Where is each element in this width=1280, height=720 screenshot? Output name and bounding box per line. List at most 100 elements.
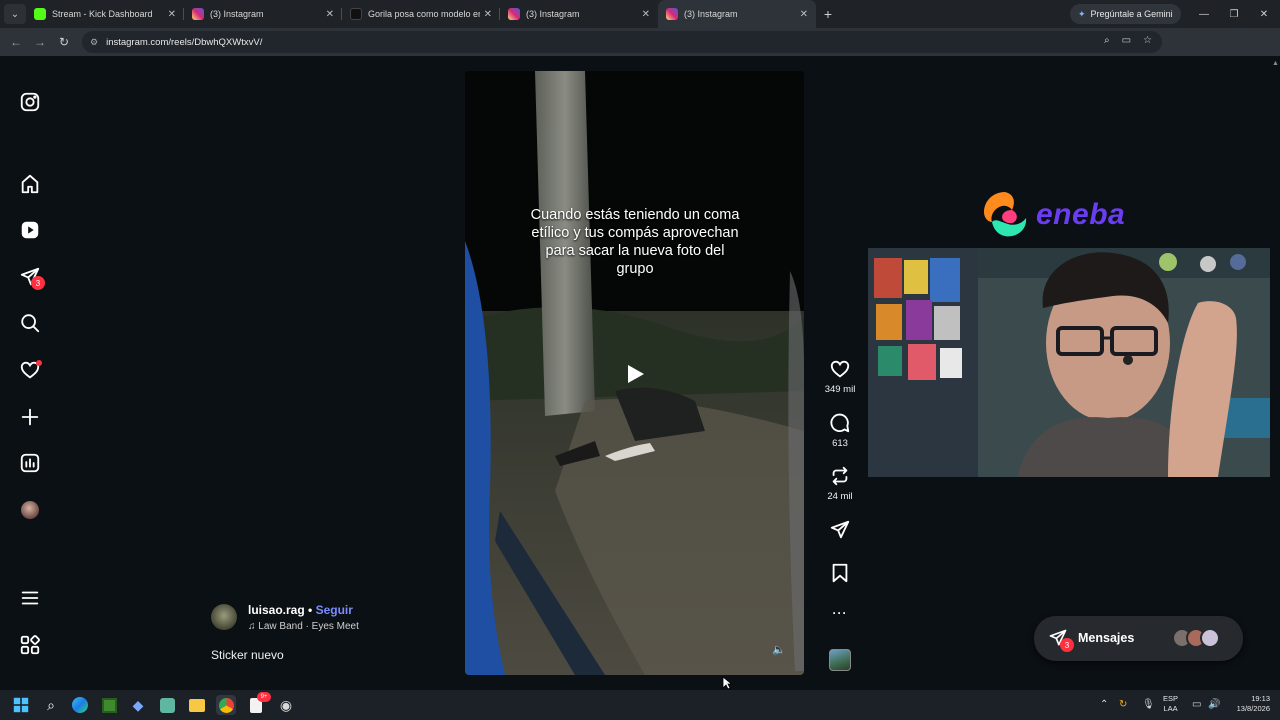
- save-button[interactable]: [815, 562, 865, 584]
- site-info-icon[interactable]: ⚙: [90, 37, 98, 48]
- scroll-up-arrow-icon[interactable]: ▲: [1272, 60, 1279, 67]
- url-text: instagram.com/reels/DbwhQXWtxvV/: [106, 36, 263, 48]
- eneba-logo-mark: [984, 192, 1027, 237]
- send-icon: [830, 520, 850, 539]
- messages-icon[interactable]: 3: [18, 265, 45, 290]
- back-button[interactable]: ←: [4, 35, 28, 49]
- chat-avatar: [1200, 628, 1220, 648]
- reel-caption-overlay: Cuando estás teniendo un coma etílico y …: [530, 207, 740, 277]
- search-icon[interactable]: [18, 311, 42, 335]
- like-button[interactable]: 349 mil: [815, 358, 865, 395]
- tab-kick-dashboard[interactable]: Stream - Kick Dashboard ✕: [26, 0, 184, 28]
- kick-favicon-icon: [34, 8, 46, 20]
- tab-close-icon[interactable]: ✕: [800, 9, 808, 20]
- separator-dot: •: [304, 603, 316, 617]
- comment-count: 613: [832, 438, 848, 449]
- audio-track-name: Law Band · Eyes Meet: [258, 621, 359, 632]
- address-bar[interactable]: ⚙ instagram.com/reels/DbwhQXWtxvV/ ⌕ ▭ ☆: [82, 31, 1162, 53]
- page-scrollbar[interactable]: ▲: [1270, 56, 1280, 690]
- tray-overflow-chevron-icon[interactable]: ⌃: [1100, 699, 1108, 710]
- system-clock[interactable]: 19:13 13/8/2026: [1226, 694, 1270, 714]
- also-from-meta-icon[interactable]: [18, 633, 42, 657]
- tab-title: Gorila posa como modelo en U: [368, 9, 480, 19]
- author-avatar[interactable]: [211, 604, 237, 630]
- tab-close-icon[interactable]: ✕: [642, 9, 650, 20]
- tray-volume-icon[interactable]: 🔊: [1208, 699, 1220, 710]
- cast-icon[interactable]: ▭: [1122, 35, 1131, 46]
- share-button[interactable]: [815, 519, 865, 541]
- tiktok-favicon-icon: [350, 8, 362, 20]
- search-icon[interactable]: ⌕: [41, 695, 61, 715]
- comment-button[interactable]: 613: [815, 412, 865, 449]
- forward-button[interactable]: →: [28, 35, 52, 49]
- tab-close-icon[interactable]: ✕: [168, 9, 176, 20]
- language-code: ESP: [1163, 694, 1179, 703]
- language-layout: LAA: [1163, 704, 1178, 713]
- more-menu-icon[interactable]: [18, 586, 42, 610]
- instagram-favicon-icon: [508, 8, 520, 20]
- reel-video[interactable]: Cuando estás teniendo un coma etílico y …: [465, 71, 804, 675]
- tray-network-icon[interactable]: ▭: [1192, 699, 1201, 710]
- minimize-button[interactable]: —: [1188, 0, 1220, 28]
- tab-title: (3) Instagram: [210, 9, 264, 19]
- audio-track[interactable]: ♫ Law Band · Eyes Meet: [248, 621, 359, 632]
- music-note-icon: ♫: [248, 621, 256, 632]
- instagram-favicon-icon: [666, 8, 678, 20]
- profile-avatar[interactable]: [21, 501, 39, 519]
- tab-close-icon[interactable]: ✕: [326, 9, 334, 20]
- tray-microphone-icon[interactable]: 🎙: [1142, 699, 1155, 710]
- notifications-heart-icon[interactable]: [18, 358, 42, 382]
- file-explorer-icon[interactable]: [187, 695, 207, 715]
- windows-start-icon[interactable]: [11, 695, 31, 715]
- create-plus-icon[interactable]: [18, 405, 42, 429]
- tab-instagram-active[interactable]: (3) Instagram ✕: [658, 0, 816, 28]
- tab-close-icon[interactable]: ✕: [484, 9, 492, 20]
- new-tab-button[interactable]: +: [816, 6, 840, 22]
- volume-icon[interactable]: 🔈: [772, 643, 786, 656]
- tab-title: Stream - Kick Dashboard: [52, 9, 153, 19]
- author-username[interactable]: luisao.rag: [248, 603, 305, 617]
- dashboard-chart-icon[interactable]: [18, 451, 42, 475]
- tab-instagram-2[interactable]: (3) Instagram ✕: [500, 0, 658, 28]
- eneba-sponsor-logo: eneba: [980, 189, 1125, 241]
- tray-sync-icon[interactable]: ↻: [1119, 699, 1127, 710]
- home-icon[interactable]: [18, 172, 42, 196]
- notes-app-icon[interactable]: 9+: [246, 692, 271, 715]
- chrome-icon[interactable]: [216, 695, 236, 715]
- play-icon[interactable]: [626, 363, 646, 385]
- repost-count: 24 mil: [827, 491, 853, 502]
- gemini-label: Pregúntale a Gemini: [1090, 9, 1173, 19]
- mouse-cursor-icon: [722, 676, 732, 690]
- streamer-webcam-overlay: [868, 248, 1280, 477]
- heart-icon: [830, 360, 850, 378]
- app-store-icon[interactable]: [157, 695, 177, 715]
- tab-search-button[interactable]: ⌄: [4, 4, 26, 24]
- follow-button[interactable]: Seguir: [316, 603, 353, 617]
- reels-icon[interactable]: [18, 218, 42, 242]
- repost-button[interactable]: 24 mil: [815, 465, 865, 502]
- zoom-icon[interactable]: ⌕: [1104, 35, 1110, 46]
- obs-recording-icon[interactable]: ◉: [276, 695, 296, 715]
- repost-icon: [832, 466, 848, 486]
- gemini-button[interactable]: ✦ Pregúntale a Gemini: [1070, 4, 1181, 24]
- tab-tiktok-gorila[interactable]: Gorila posa como modelo en U ✕: [342, 0, 500, 28]
- tab-instagram-1[interactable]: (3) Instagram ✕: [184, 0, 342, 28]
- notification-dot: [36, 360, 42, 366]
- more-options-button[interactable]: ···: [815, 606, 865, 620]
- instagram-sidebar: 3: [0, 56, 60, 690]
- keyboard-language[interactable]: ESP LAA: [1163, 694, 1178, 714]
- restore-button[interactable]: ❐: [1218, 0, 1250, 28]
- reload-button[interactable]: ↻: [52, 35, 76, 49]
- like-count: 349 mil: [824, 384, 856, 395]
- messages-panel-badge: 3: [1060, 638, 1074, 652]
- instagram-logo-icon[interactable]: [18, 90, 42, 114]
- edge-browser-icon[interactable]: [70, 695, 90, 715]
- bookmark-icon: [832, 563, 848, 583]
- audio-thumbnail[interactable]: [829, 649, 851, 671]
- bookmark-star-icon[interactable]: ☆: [1143, 35, 1152, 46]
- app-diamond-icon[interactable]: ◆: [128, 695, 148, 715]
- messages-floating-button[interactable]: 3 Mensajes: [1034, 616, 1243, 661]
- comment-icon: [830, 413, 850, 433]
- minecraft-icon[interactable]: [99, 695, 119, 715]
- close-window-button[interactable]: ✕: [1248, 0, 1280, 28]
